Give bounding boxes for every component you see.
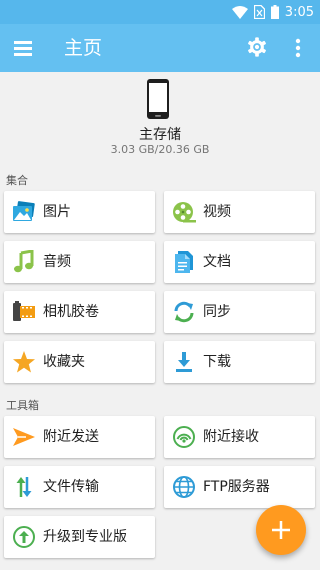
collection-downloads[interactable]: 下载 xyxy=(164,341,315,383)
globe-icon xyxy=(173,476,195,498)
collection-audio[interactable]: 音频 xyxy=(4,241,155,283)
download-icon xyxy=(176,352,192,372)
menu-icon-bar xyxy=(14,41,32,44)
collection-label: 视频 xyxy=(203,204,231,220)
tool-nearby-send[interactable]: 附近发送 xyxy=(4,416,155,458)
collection-label: 图片 xyxy=(43,204,71,220)
collection-favorites[interactable]: 收藏夹 xyxy=(4,341,155,383)
tool-label: 升级到专业版 xyxy=(43,529,127,545)
pictures-icon xyxy=(13,201,35,221)
wifi-icon xyxy=(231,5,248,19)
tool-ftp-server[interactable]: FTP服务器 xyxy=(164,466,315,508)
camera-roll-icon xyxy=(13,301,35,321)
collection-pictures[interactable]: 图片 xyxy=(4,191,155,233)
storage-name: 主存储 xyxy=(139,127,181,143)
tool-label: 文件传输 xyxy=(43,479,99,495)
collection-label: 下载 xyxy=(203,354,231,370)
status-bar: 3:05 xyxy=(0,0,320,24)
collection-label: 音频 xyxy=(43,254,71,270)
menu-button[interactable] xyxy=(14,38,36,58)
gear-icon xyxy=(248,37,266,57)
collection-label: 收藏夹 xyxy=(43,354,85,370)
page-title: 主页 xyxy=(64,37,103,59)
collection-videos[interactable]: 视频 xyxy=(164,191,315,233)
star-icon xyxy=(13,351,35,373)
collection-camera-roll[interactable]: 相机胶卷 xyxy=(4,291,155,333)
collection-documents[interactable]: 文档 xyxy=(164,241,315,283)
film-reel-icon xyxy=(173,202,196,223)
tool-upgrade-pro[interactable]: 升级到专业版 xyxy=(4,516,155,558)
menu-icon-bar xyxy=(14,53,32,56)
collection-label: 同步 xyxy=(203,304,231,320)
status-time: 3:05 xyxy=(284,4,314,20)
settings-button[interactable] xyxy=(246,36,268,58)
upgrade-icon xyxy=(13,526,35,548)
status-icons: 3:05 xyxy=(231,3,314,21)
transfer-icon xyxy=(16,477,32,497)
more-options-button[interactable] xyxy=(290,37,306,59)
toolbox-header: 工具箱 xyxy=(6,399,39,412)
app-bar: 主页 xyxy=(0,24,320,72)
collection-label: 文档 xyxy=(203,254,231,270)
storage-usage: 3.03 GB/20.36 GB xyxy=(110,143,210,156)
tool-label: 附近发送 xyxy=(43,429,99,445)
document-icon xyxy=(175,251,193,273)
phone-icon xyxy=(147,79,169,119)
add-fab-button[interactable] xyxy=(256,505,306,555)
tool-label: FTP服务器 xyxy=(203,479,270,495)
plus-icon xyxy=(272,521,290,539)
send-icon xyxy=(13,428,35,446)
sync-icon xyxy=(174,301,194,323)
collections-header: 集合 xyxy=(6,174,28,187)
battery-icon xyxy=(270,5,279,19)
tool-nearby-receive[interactable]: 附近接收 xyxy=(164,416,315,458)
collection-label: 相机胶卷 xyxy=(43,304,99,320)
tool-file-transfer[interactable]: 文件传输 xyxy=(4,466,155,508)
tool-label: 附近接收 xyxy=(203,429,259,445)
collection-sync[interactable]: 同步 xyxy=(164,291,315,333)
receive-signal-icon xyxy=(173,426,195,448)
more-vertical-icon xyxy=(295,38,301,58)
no-sim-icon xyxy=(253,5,265,19)
menu-icon-bar xyxy=(14,47,32,50)
primary-storage[interactable]: 主存储 3.03 GB/20.36 GB xyxy=(0,72,320,164)
music-note-icon xyxy=(14,250,34,273)
